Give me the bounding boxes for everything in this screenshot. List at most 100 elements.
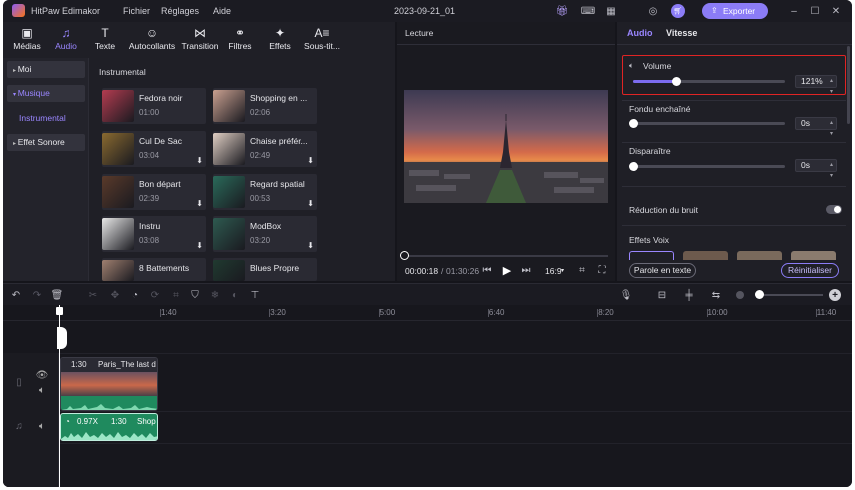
video-clip[interactable]: 1:30 Paris_The last d xyxy=(60,357,158,411)
menu-reglages[interactable]: Réglages xyxy=(161,6,199,16)
text-to-speech-button[interactable]: Parole en texte xyxy=(629,263,696,278)
menu-aide[interactable]: Aide xyxy=(213,6,231,16)
tab-texte[interactable]: T Texte xyxy=(81,26,129,56)
close-icon[interactable]: ✕ xyxy=(829,4,843,18)
time-separator: / xyxy=(441,266,444,276)
freeze-icon[interactable]: ❄ xyxy=(209,289,221,301)
previous-frame-icon[interactable]: ⏮︎ xyxy=(481,264,493,276)
spinner-icon[interactable]: ▴ ▾ xyxy=(830,160,833,182)
download-icon[interactable]: ⬇ xyxy=(196,156,203,165)
ruler-tick-label: 8:20 xyxy=(598,308,614,317)
split-icon[interactable]: ✂ xyxy=(87,289,99,301)
audio-item-card[interactable]: Bon départ 02:39 ⬇ xyxy=(102,174,206,210)
export-button[interactable]: ⇪ Exporter xyxy=(702,3,768,19)
playhead-handle[interactable] xyxy=(56,307,63,315)
zoom-in-icon[interactable]: + xyxy=(829,289,841,301)
link-icon[interactable]: ⇆ xyxy=(709,289,723,301)
minimize-icon[interactable]: – xyxy=(787,4,801,18)
download-icon[interactable]: ⬇ xyxy=(307,156,314,165)
speaker-icon[interactable]: 🔈︎ xyxy=(36,385,48,396)
microphone-icon[interactable]: 🎙︎ xyxy=(620,289,633,301)
ruler-tick-mark xyxy=(269,309,271,317)
download-icon[interactable]: ⬇ xyxy=(196,241,203,250)
spinner-icon[interactable]: ▴ ▾ xyxy=(830,76,833,98)
redo-icon[interactable]: ↷ xyxy=(31,289,43,301)
undo-icon[interactable]: ↶ xyxy=(10,289,22,301)
play-icon[interactable]: ▶ xyxy=(500,263,514,277)
next-frame-icon[interactable]: ⏭︎ xyxy=(520,264,532,276)
eye-icon[interactable]: 👁︎ xyxy=(36,370,49,381)
download-icon[interactable]: ⬇ xyxy=(307,241,314,250)
aspect-ratio-select[interactable]: 16:9 xyxy=(545,266,562,276)
fade-out-slider[interactable] xyxy=(633,165,785,168)
fullscreen-icon[interactable]: ⛶ xyxy=(596,264,608,276)
crop-icon[interactable]: ⌗ xyxy=(576,264,588,276)
rotate-icon[interactable]: ⟳ xyxy=(149,289,161,301)
shield-icon[interactable]: ⛉ xyxy=(189,289,201,301)
reset-button[interactable]: Réinitialiser xyxy=(781,263,839,278)
fade-in-slider-handle[interactable] xyxy=(629,119,638,128)
volume-value-field[interactable]: 121% ▴ ▾ xyxy=(795,75,837,95)
audio-item-card[interactable]: 8 Battements xyxy=(102,258,206,281)
playback-scrubber[interactable] xyxy=(404,255,608,257)
download-icon[interactable]: ⬇ xyxy=(196,199,203,208)
sidebar-item-instrumental[interactable]: Instrumental xyxy=(13,110,91,127)
volume-slider-handle[interactable] xyxy=(671,77,681,86)
tab-audio-props[interactable]: Audio xyxy=(627,28,653,38)
audio-item-name: Instru xyxy=(139,221,161,231)
fade-out-slider-handle[interactable] xyxy=(629,162,638,171)
speaker-icon[interactable]: 🔈︎ xyxy=(36,421,48,432)
tab-vitesse[interactable]: Vitesse xyxy=(666,28,697,38)
audio-item-duration: 01:00 xyxy=(139,108,160,117)
noise-reduction-toggle[interactable] xyxy=(826,205,842,214)
audio-clip-speed: 0.97X xyxy=(77,417,98,426)
scrubber-handle[interactable] xyxy=(400,251,409,260)
tab-autocollants[interactable]: ☺ Autocollants xyxy=(126,26,178,56)
account-icon[interactable]: ◎ xyxy=(646,4,660,18)
text-icon: T xyxy=(101,26,109,40)
gift-icon[interactable]: 🎁︎ xyxy=(555,4,569,18)
fade-in-value-field[interactable]: 0s ▴ ▾ xyxy=(795,117,837,137)
speed-icon[interactable]: ◔ xyxy=(129,289,141,301)
fade-out-value-field[interactable]: 0s ▴ ▾ xyxy=(795,159,837,179)
download-icon[interactable]: ⬇ xyxy=(307,199,314,208)
grid-icon[interactable]: ▦ xyxy=(604,4,618,18)
properties-scrollbar[interactable] xyxy=(847,46,850,124)
audio-item-card[interactable]: Shopping en ... 02:06 xyxy=(213,88,317,124)
audio-item-card[interactable]: Regard spatial 00:53 ⬇ xyxy=(213,174,317,210)
audio-item-thumbnail xyxy=(213,90,245,122)
snap-icon[interactable]: ⊟ xyxy=(655,289,669,301)
video-clip-waveform xyxy=(61,396,157,410)
text-clip-icon[interactable]: ⊤ xyxy=(249,289,261,301)
playhead-marker[interactable] xyxy=(57,327,67,349)
tab-sous-titres[interactable]: A≡ Sous-tit... xyxy=(296,26,348,56)
delete-icon[interactable]: 🗑︎ xyxy=(51,289,64,301)
keyboard-icon[interactable]: ⌨ xyxy=(581,4,595,18)
move-icon[interactable]: ✥ xyxy=(109,289,121,301)
audio-item-name: Regard spatial xyxy=(250,179,305,189)
sidebar-item-moi[interactable]: ▸ Moi xyxy=(7,61,85,78)
split-track-icon[interactable]: ╪ xyxy=(683,289,695,301)
audio-clip[interactable]: ◔ 0.97X 1:30 Shop xyxy=(60,413,158,441)
audio-item-duration: 03:20 xyxy=(250,236,271,245)
zoom-out-icon[interactable] xyxy=(736,291,744,299)
audio-item-card[interactable]: Blues Propre xyxy=(213,258,317,281)
zoom-slider[interactable] xyxy=(755,294,823,296)
zoom-slider-handle[interactable] xyxy=(755,290,764,299)
ruler-tick-label: 3:20 xyxy=(270,308,286,317)
fade-in-slider[interactable] xyxy=(633,122,785,125)
menu-fichier[interactable]: Fichier xyxy=(123,6,150,16)
maximize-icon[interactable]: ☐ xyxy=(808,4,822,18)
sidebar-item-effet-sonore[interactable]: ▸ Effet Sonore xyxy=(7,134,85,151)
audio-item-card[interactable]: Chaise préfér... 02:49 ⬇ xyxy=(213,131,317,167)
audio-item-card[interactable]: ModBox 03:20 ⬇ xyxy=(213,216,317,252)
crop-clip-icon[interactable]: ⌗ xyxy=(170,289,182,301)
ruler-tick-mark xyxy=(487,309,489,317)
audio-item-card[interactable]: Fedora noir 01:00 xyxy=(102,88,206,124)
audio-item-card[interactable]: Instru 03:08 ⬇ xyxy=(102,216,206,252)
audio-item-card[interactable]: Cul De Sac 03:04 ⬇ xyxy=(102,131,206,167)
cart-icon[interactable]: 🛒︎ xyxy=(671,4,685,18)
spinner-icon[interactable]: ▴ ▾ xyxy=(830,118,833,140)
sidebar-item-musique[interactable]: ▾ Musique xyxy=(7,85,85,102)
mask-icon[interactable]: ◐ xyxy=(229,289,241,301)
